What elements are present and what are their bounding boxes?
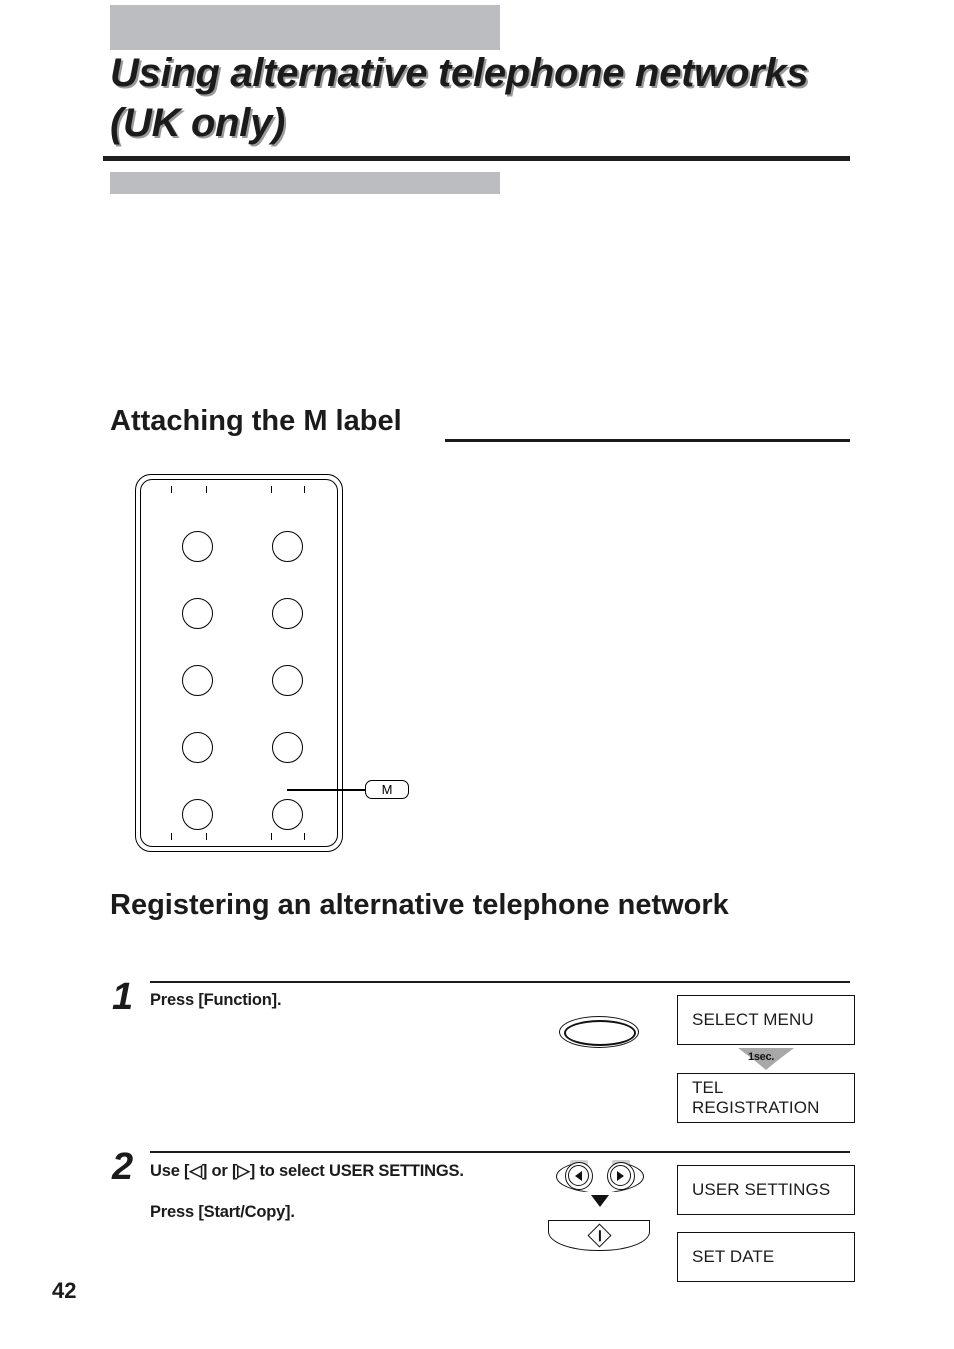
arrow-rocker-button[interactable] — [556, 1160, 644, 1193]
keypad-tick-top-4 — [304, 486, 305, 493]
keypad-button — [272, 531, 303, 562]
keypad-button — [272, 799, 303, 830]
start-copy-button[interactable] — [548, 1220, 650, 1251]
keypad-button — [272, 598, 303, 629]
start-diamond-icon — [586, 1223, 612, 1248]
down-arrow-icon — [591, 1195, 609, 1207]
triangle-right-glyph — [617, 1170, 624, 1181]
step-number-1: 1 — [112, 976, 134, 1018]
manual-page: Using alternative telephone networks (UK… — [0, 0, 954, 1349]
keypad-tick-bottom-4 — [304, 833, 305, 840]
keypad-button — [182, 665, 213, 696]
section-heading-registering-network: Registering an alternative telephone net… — [110, 889, 729, 921]
header-gray-bar-bottom — [110, 172, 500, 194]
keypad-button — [182, 598, 213, 629]
keypad-button — [272, 665, 303, 696]
keypad-tick-bottom-3 — [271, 833, 272, 840]
step-2-rule — [150, 1151, 850, 1153]
lcd-display-user-settings: USER SETTINGS — [677, 1165, 855, 1215]
lcd-display-tel-registration: TEL REGISTRATION — [677, 1073, 855, 1123]
m-label-leader-line — [287, 789, 365, 791]
function-oval-button[interactable] — [559, 1016, 639, 1048]
keypad-inner-panel — [140, 479, 338, 847]
lcd-display-select-menu: SELECT MENU — [677, 995, 855, 1045]
step-2-instruction-line-2: Press [Start/Copy]. — [150, 1203, 295, 1221]
keypad-tick-top-2 — [206, 486, 207, 493]
title-divider-rule — [103, 156, 850, 161]
keypad-tick-bottom-1 — [171, 833, 172, 840]
keypad-button — [182, 531, 213, 562]
step-2-instruction-line-1: Use [◁] or [▷] to select USER SETTINGS. — [150, 1162, 464, 1180]
header-gray-bar-top — [110, 5, 500, 50]
arrow-right-icon[interactable] — [610, 1165, 631, 1186]
keypad-diagram — [135, 474, 345, 854]
keypad-button — [182, 732, 213, 763]
section-heading-attaching-m-label: Attaching the M label — [110, 405, 402, 437]
step-number-2: 2 — [112, 1146, 134, 1188]
keypad-button — [182, 799, 213, 830]
keypad-tick-bottom-2 — [206, 833, 207, 840]
page-title: Using alternative telephone networks (UK… — [110, 51, 809, 145]
arrow-left-icon[interactable] — [568, 1165, 589, 1186]
step-1-rule — [150, 981, 850, 983]
lcd-display-set-date: SET DATE — [677, 1232, 855, 1282]
keypad-button — [272, 732, 303, 763]
keypad-tick-top-3 — [271, 486, 272, 493]
keypad-tick-top-1 — [171, 486, 172, 493]
step-1-instruction-line-1: Press [Function]. — [150, 991, 282, 1009]
section-heading-underline — [445, 439, 850, 442]
page-number: 42 — [52, 1278, 77, 1303]
one-second-arrow-label: 1sec. — [748, 1051, 775, 1063]
m-label-callout: M — [365, 780, 409, 799]
function-oval-button-inner — [564, 1020, 636, 1046]
triangle-left-glyph — [575, 1170, 582, 1181]
